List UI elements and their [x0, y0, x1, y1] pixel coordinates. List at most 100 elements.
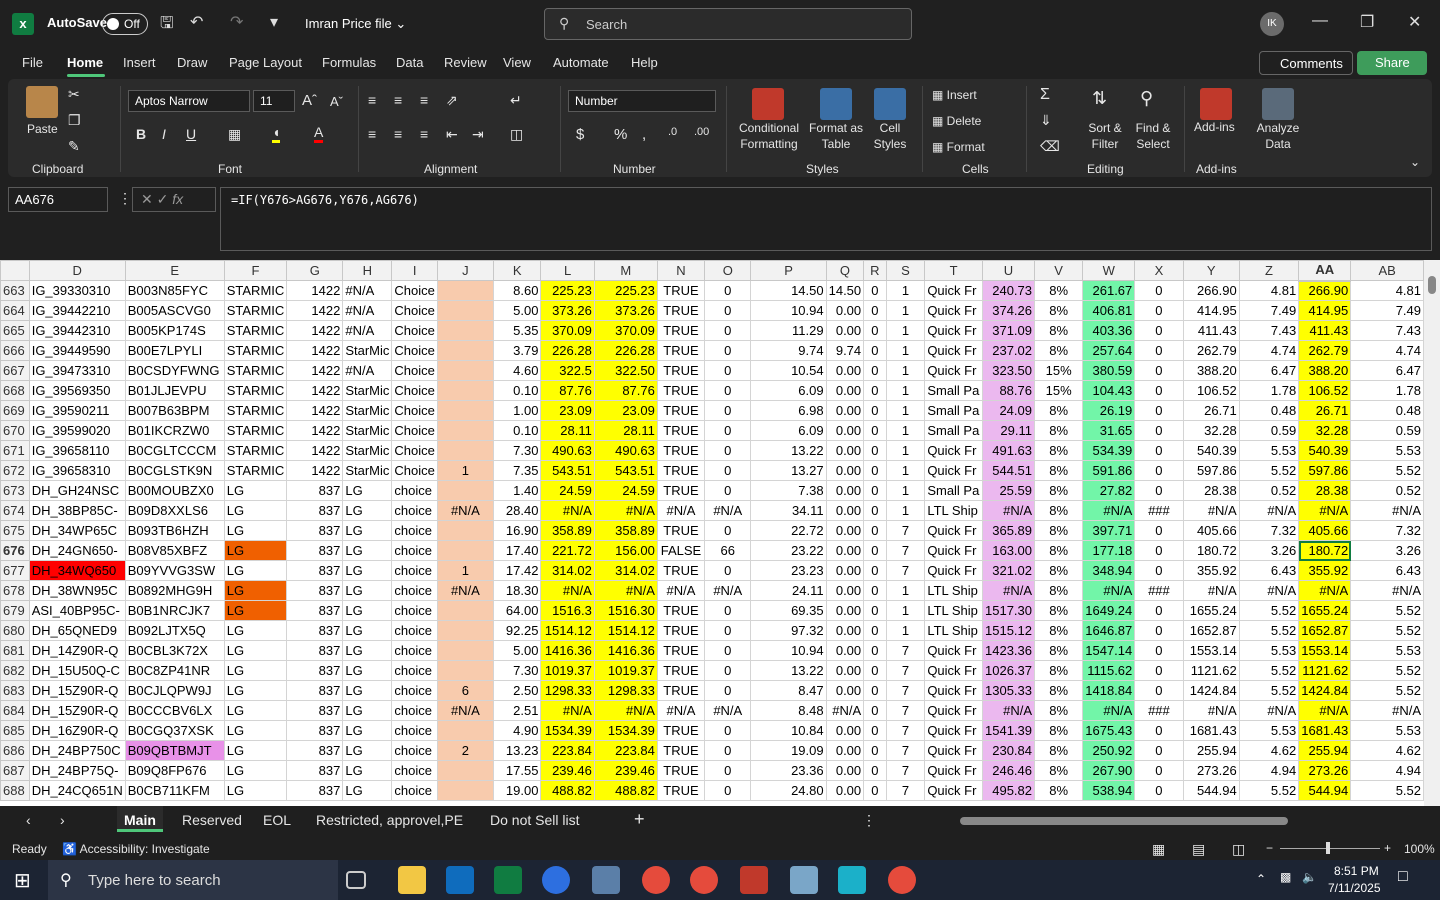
analyze-data-button[interactable]: Analyze Data	[1256, 120, 1300, 152]
cell[interactable]: 266.90	[1182, 280, 1240, 301]
cell[interactable]: 1416.36	[540, 640, 595, 661]
cell[interactable]: choice	[391, 700, 438, 721]
cell[interactable]: #N/A	[342, 320, 393, 341]
cell[interactable]: 1534.39	[593, 720, 658, 741]
cell[interactable]: TRUE	[656, 320, 706, 341]
cell[interactable]: B09D8XXLS6	[124, 500, 225, 521]
cell[interactable]: #N/A	[656, 580, 706, 601]
cell[interactable]: #N/A	[1298, 500, 1352, 521]
cell[interactable]: 6.43	[1350, 560, 1424, 581]
cell[interactable]: choice	[391, 660, 438, 681]
cell[interactable]: Choice	[391, 460, 438, 481]
cell[interactable]: Quick Fr	[924, 540, 983, 561]
cell[interactable]: 106.52	[1298, 380, 1352, 401]
cell[interactable]: #N/A	[436, 580, 494, 601]
find-select-button[interactable]: Find & Select	[1130, 120, 1176, 152]
avatar[interactable]: IK	[1260, 12, 1284, 36]
cell[interactable]: choice	[391, 760, 438, 781]
cell[interactable]	[436, 620, 494, 641]
cell[interactable]: 7.49	[1350, 300, 1424, 321]
cell[interactable]: DH_16Z90R-Q	[28, 720, 126, 741]
cell[interactable]: 24.59	[593, 480, 658, 501]
cell[interactable]: TRUE	[656, 560, 706, 581]
cell[interactable]: ###	[1134, 500, 1184, 521]
search-box[interactable]: ⚲ Search	[544, 8, 912, 40]
cell[interactable]: 0.52	[1238, 480, 1300, 501]
cell[interactable]: 23.22	[750, 540, 827, 561]
cell[interactable]: 0	[863, 480, 887, 501]
cell[interactable]: DH_38WN95C	[28, 580, 126, 601]
cell[interactable]: choice	[391, 780, 438, 801]
cell[interactable]: 104.43	[1082, 380, 1136, 401]
cell[interactable]: 4.94	[1238, 760, 1300, 781]
cell[interactable]: Choice	[391, 380, 438, 401]
addins-icon[interactable]	[1200, 88, 1232, 120]
delete-cells-button[interactable]: ▦ Delete	[932, 114, 981, 128]
column-header[interactable]: Z	[1238, 260, 1300, 281]
cell[interactable]: 8%	[1033, 560, 1084, 581]
cell[interactable]: 0.00	[825, 380, 865, 401]
cell[interactable]: 0.00	[825, 300, 865, 321]
cell[interactable]: 370.09	[593, 320, 658, 341]
cell[interactable]: 1	[885, 300, 926, 321]
row-header[interactable]: 685	[0, 720, 30, 741]
cell[interactable]: 29.11	[982, 420, 1035, 441]
cell[interactable]: 4.74	[1238, 340, 1300, 361]
cell[interactable]: STARMIC	[223, 360, 288, 381]
cell[interactable]: B09YVVG3SW	[124, 560, 225, 581]
cell[interactable]: #N/A	[436, 700, 494, 721]
cell[interactable]: #N/A	[704, 580, 752, 601]
cell[interactable]: 6.47	[1238, 360, 1300, 381]
cell[interactable]: 8%	[1033, 440, 1084, 461]
cell[interactable]	[436, 380, 494, 401]
cell[interactable]: #N/A	[1182, 700, 1240, 721]
network-icon[interactable]: ▩	[1280, 870, 1291, 884]
row-header[interactable]: 679	[0, 600, 30, 621]
cell[interactable]: 5.52	[1350, 780, 1424, 801]
cell[interactable]: Small Pa	[924, 480, 983, 501]
cell[interactable]: 273.26	[1182, 760, 1240, 781]
cell[interactable]: 405.66	[1298, 520, 1352, 541]
menu-page-layout[interactable]: Page Layout	[229, 55, 302, 70]
cell[interactable]: 1019.37	[540, 660, 595, 681]
cell[interactable]: 540.39	[1182, 440, 1240, 461]
cell[interactable]: #N/A	[540, 500, 595, 521]
cell[interactable]: 0.00	[825, 320, 865, 341]
cell[interactable]: DH_65QNED9	[28, 620, 126, 641]
cell[interactable]: B0B1NRCJK7	[124, 600, 225, 621]
cell[interactable]: 0	[704, 620, 752, 641]
cell[interactable]: 837	[286, 620, 344, 641]
horizontal-scrollbar[interactable]	[884, 814, 1420, 828]
cell[interactable]: 87.76	[540, 380, 595, 401]
cell[interactable]: choice	[391, 720, 438, 741]
cell[interactable]: 0	[704, 460, 752, 481]
tab-scroll-right-icon[interactable]: ›	[60, 812, 65, 828]
cell[interactable]: 88.76	[982, 380, 1035, 401]
cell[interactable]: DH_24BP75Q-	[28, 760, 126, 781]
row-header[interactable]: 672	[0, 460, 30, 481]
cell[interactable]: Quick Fr	[924, 740, 983, 761]
cell[interactable]: 837	[286, 600, 344, 621]
cell[interactable]: 370.09	[540, 320, 595, 341]
cell[interactable]: IG_39590211	[28, 400, 126, 421]
conditional-formatting-icon[interactable]	[752, 88, 784, 120]
cell[interactable]: 24.09	[982, 400, 1035, 421]
cell[interactable]: 7.30	[492, 660, 542, 681]
cell[interactable]: 1516.3	[540, 600, 595, 621]
cell[interactable]: 7.35	[492, 460, 542, 481]
cell[interactable]: 3.26	[1238, 540, 1300, 561]
cell[interactable]: 226.28	[540, 340, 595, 361]
spreadsheet-grid[interactable]: D E F G H I J K L M N O P Q R S T U V W X Y Z AA AB 663 IG_3933031…	[0, 260, 1424, 806]
cell[interactable]: #N/A	[593, 500, 658, 521]
cell[interactable]: 225.23	[593, 280, 658, 301]
borders-icon[interactable]: ▦	[228, 126, 241, 143]
cell[interactable]: 1422	[286, 420, 344, 441]
fill-icon[interactable]: ⇓	[1040, 112, 1052, 129]
cell[interactable]: 9.74	[750, 340, 827, 361]
cell[interactable]: 597.86	[1298, 460, 1352, 481]
cell[interactable]: 5.52	[1350, 660, 1424, 681]
cell[interactable]: 19.09	[750, 740, 827, 761]
cell[interactable]: 534.39	[1082, 440, 1136, 461]
cell[interactable]: 97.32	[750, 620, 827, 641]
cell[interactable]: 1418.84	[1082, 680, 1136, 701]
